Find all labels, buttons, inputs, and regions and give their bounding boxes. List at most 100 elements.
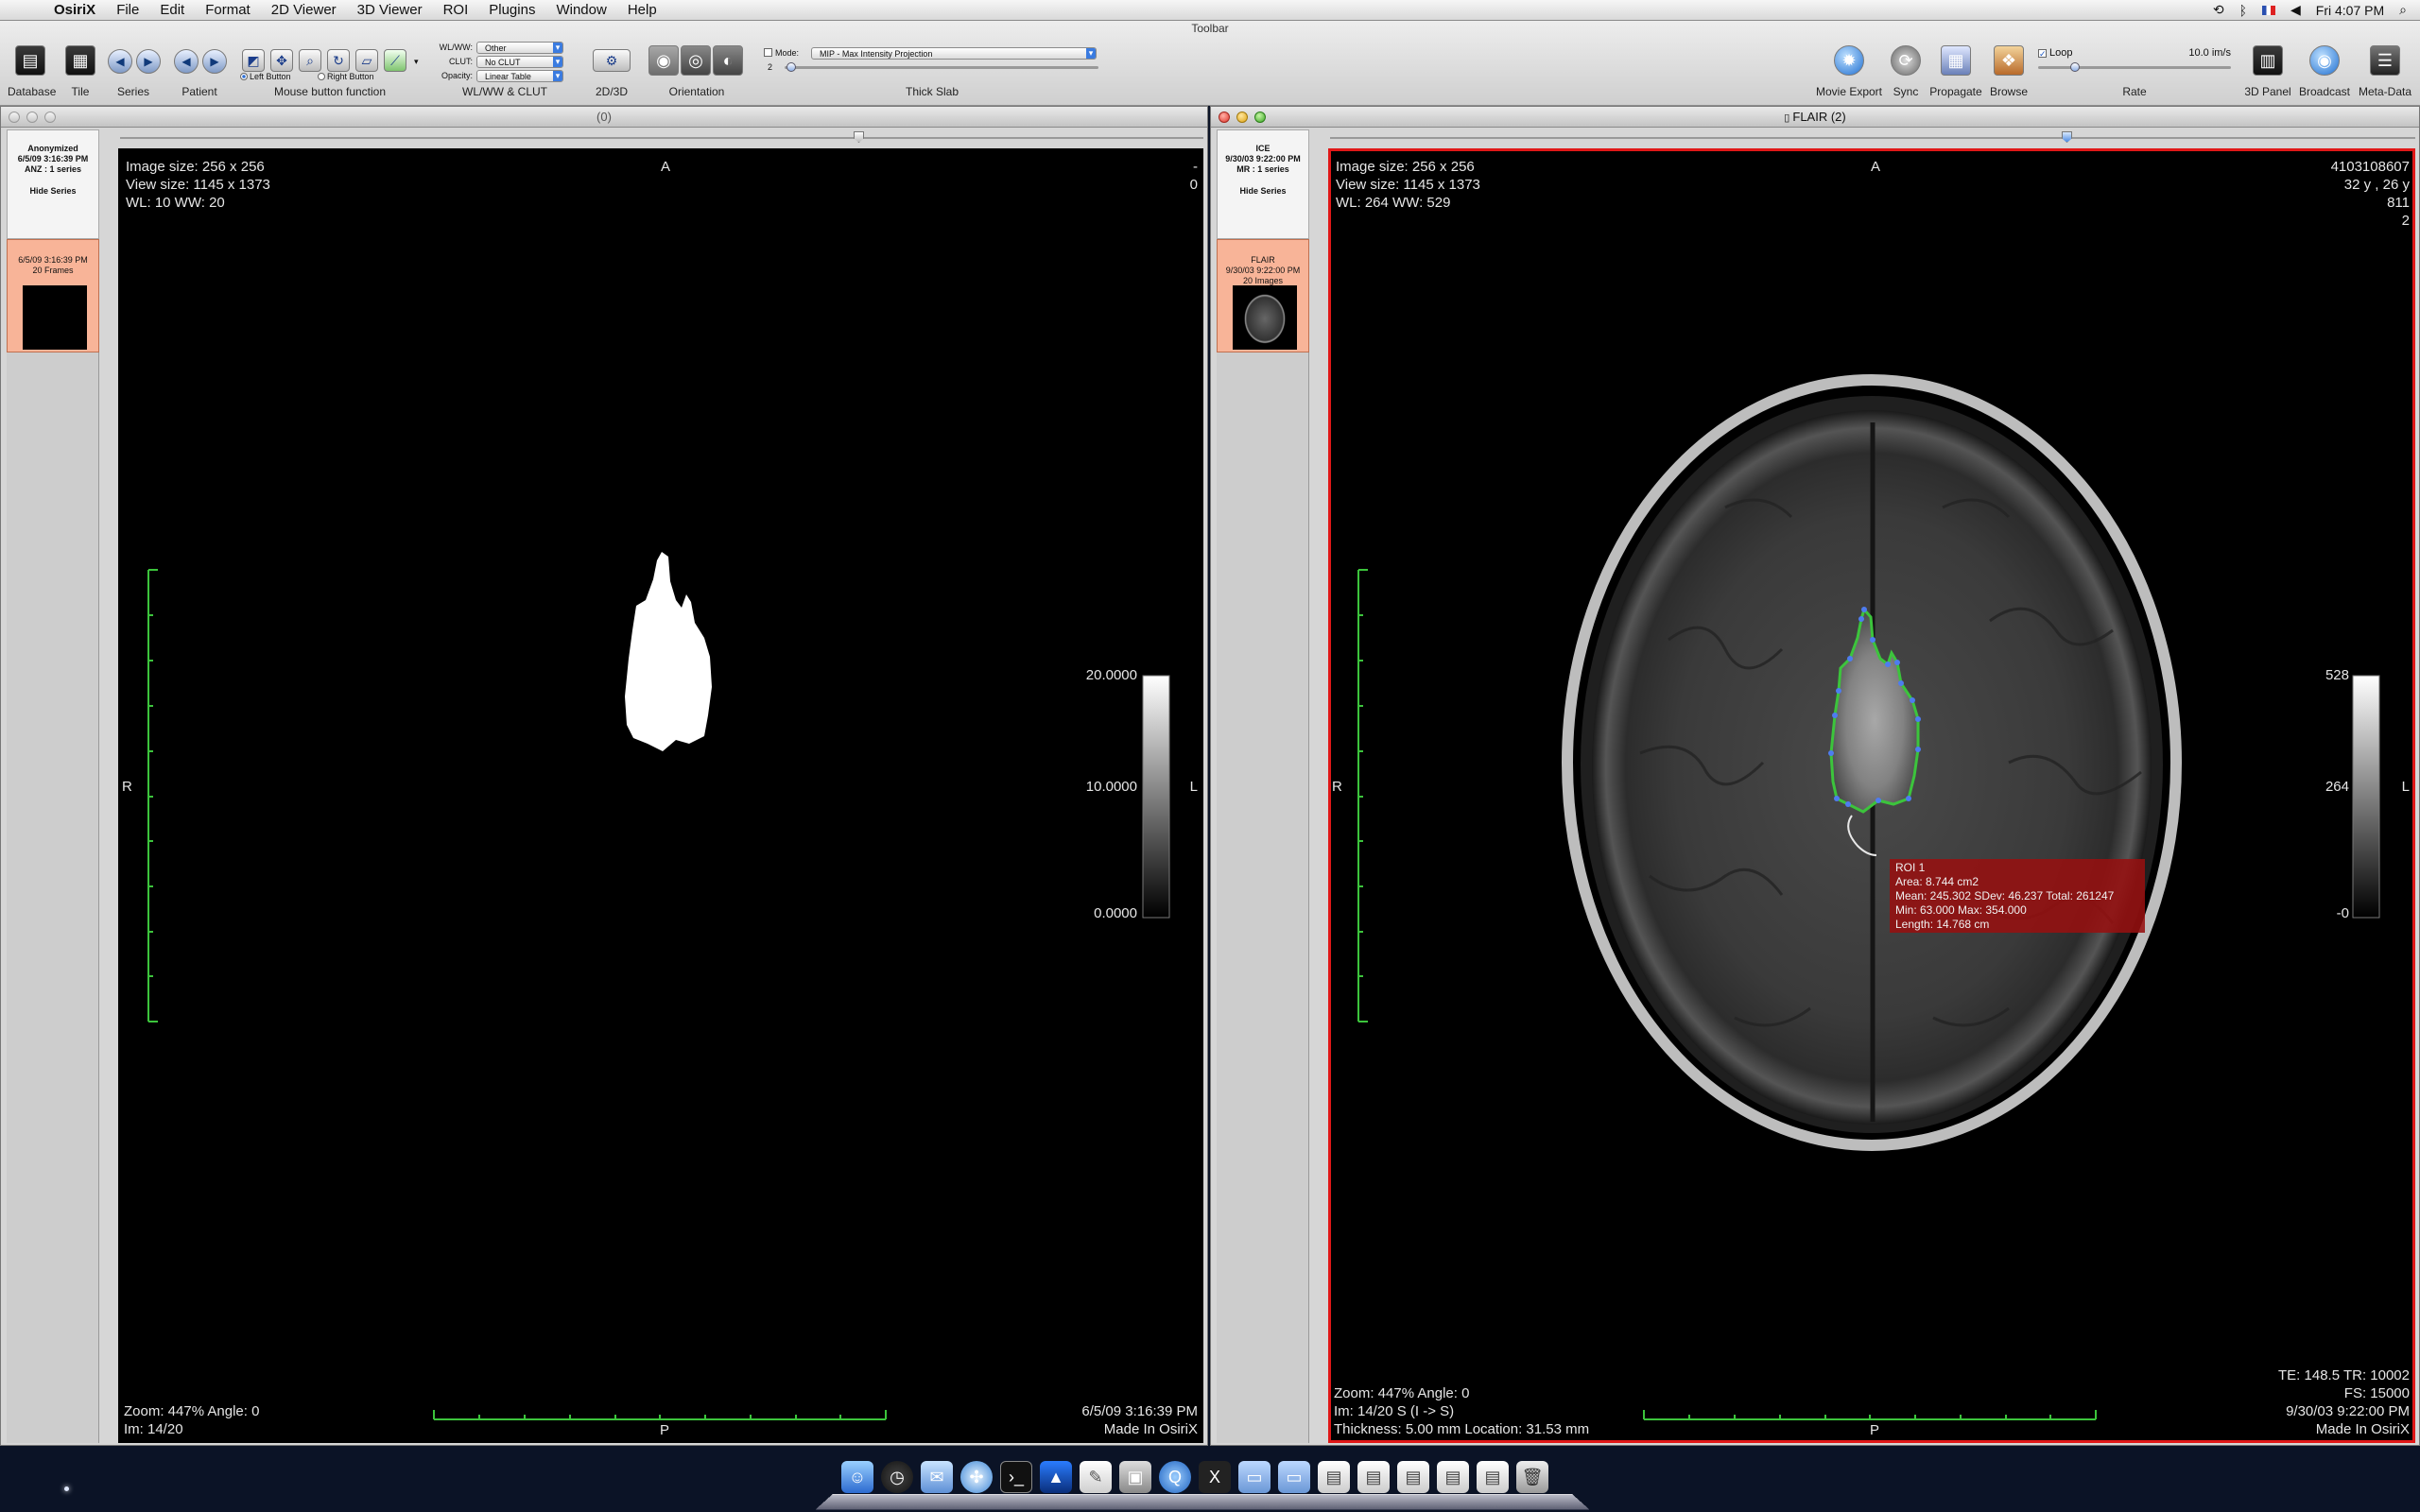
axial-orientation-icon[interactable]: ◉ bbox=[648, 45, 679, 76]
itunes-icon[interactable]: ▣ bbox=[1119, 1461, 1151, 1493]
image-slider-left[interactable] bbox=[120, 129, 1203, 146]
series-column-right: ICE 9/30/03 9:22:00 PM MR : 1 series Hid… bbox=[1217, 129, 1309, 1443]
bluetooth-icon[interactable]: ᛒ bbox=[2239, 3, 2247, 18]
minimize-icon[interactable] bbox=[26, 112, 38, 123]
stack-icon[interactable]: ▤ bbox=[1397, 1461, 1429, 1493]
image-viewport-right[interactable]: ROI 1 Area: 8.744 cm2 Mean: 245.302 SDev… bbox=[1328, 148, 2415, 1443]
thick-slab-mode-popup[interactable]: MIP - Max Intensity Projection bbox=[811, 47, 1097, 60]
database-tool[interactable]: ▤ Database bbox=[8, 40, 55, 102]
input-flag-icon[interactable] bbox=[2262, 6, 2275, 15]
meta-data-tool[interactable]: ☰ Meta-Data bbox=[2356, 40, 2414, 102]
menu-plugins[interactable]: Plugins bbox=[478, 2, 545, 18]
safari-icon[interactable]: ✣ bbox=[960, 1461, 993, 1493]
roi-tool-icon[interactable]: ⟋ bbox=[384, 49, 406, 72]
browse-tool[interactable]: ❖ Browse bbox=[1985, 40, 2032, 102]
terminal-icon[interactable]: ›_ bbox=[1000, 1461, 1032, 1493]
movie-export-tool[interactable]: ✹ Movie Export bbox=[1813, 40, 1885, 102]
sync-label: Sync bbox=[1887, 85, 1925, 98]
menu-2d-viewer[interactable]: 2D Viewer bbox=[261, 2, 347, 18]
clock[interactable]: Fri 4:07 PM bbox=[2316, 3, 2384, 18]
zoom-icon[interactable] bbox=[44, 112, 56, 123]
menu-help[interactable]: Help bbox=[617, 2, 667, 18]
xcode-icon[interactable]: ▲ bbox=[1040, 1461, 1072, 1493]
rotate-tool-icon[interactable]: ↻ bbox=[327, 49, 350, 72]
roi-info-box[interactable]: ROI 1 Area: 8.744 cm2 Mean: 245.302 SDev… bbox=[1890, 859, 2145, 933]
rate-slider-knob[interactable] bbox=[2070, 62, 2080, 72]
image-viewport-left[interactable]: Image size: 256 x 256 View size: 1145 x … bbox=[118, 148, 1203, 1443]
quicktime-icon[interactable]: Q bbox=[1159, 1461, 1191, 1493]
image-slider-thumb[interactable] bbox=[2062, 131, 2072, 143]
wlww-label: WL/WW: bbox=[435, 43, 473, 52]
spotlight-icon[interactable]: ⌕ bbox=[2399, 2, 2407, 18]
stack-icon[interactable]: ▤ bbox=[1437, 1461, 1469, 1493]
hide-series-button[interactable]: Hide Series bbox=[8, 186, 98, 197]
hide-series-button[interactable]: Hide Series bbox=[1218, 186, 1308, 197]
menu-window[interactable]: Window bbox=[545, 2, 616, 18]
image-slider-thumb[interactable] bbox=[854, 131, 864, 143]
tile-icon: ▦ bbox=[65, 45, 95, 76]
rate-slider[interactable] bbox=[2038, 66, 2231, 69]
3d-panel-tool[interactable]: ▥ 3D Panel bbox=[2240, 40, 2295, 102]
dashboard-icon[interactable]: ◷ bbox=[881, 1461, 913, 1493]
propagate-tool[interactable]: ▦ Propagate bbox=[1928, 40, 1983, 102]
folder-icon[interactable]: ▭ bbox=[1238, 1461, 1270, 1493]
stack-icon[interactable]: ▤ bbox=[1318, 1461, 1350, 1493]
window-title-right[interactable]: ▯ FLAIR (2) bbox=[1211, 107, 2419, 128]
patient-next-icon[interactable]: ▶ bbox=[202, 49, 227, 74]
patient-id: 4103108607 bbox=[2331, 158, 2410, 176]
zoom-icon[interactable] bbox=[1254, 112, 1266, 123]
sagittal-orientation-icon[interactable]: ◐ bbox=[713, 45, 743, 76]
volume-icon[interactable]: ◀ bbox=[2290, 2, 2301, 18]
clut-popup[interactable]: No CLUT bbox=[476, 56, 563, 68]
mode-checkbox[interactable]: Mode: bbox=[764, 48, 799, 58]
menu-edit[interactable]: Edit bbox=[149, 2, 195, 18]
folder-icon[interactable]: ▭ bbox=[1278, 1461, 1310, 1493]
thick-slab-slider-knob[interactable] bbox=[786, 62, 796, 72]
image-slider-right[interactable] bbox=[1330, 129, 2415, 146]
left-button-radio[interactable]: Left Button bbox=[240, 72, 291, 81]
coronal-orientation-icon[interactable]: ◎ bbox=[681, 45, 711, 76]
tile-tool[interactable]: ▦ Tile bbox=[60, 40, 100, 102]
study-header: ICE 9/30/03 9:22:00 PM MR : 1 series Hid… bbox=[1217, 129, 1309, 239]
menu-app-osirix[interactable]: OsiriX bbox=[43, 2, 106, 18]
minimize-icon[interactable] bbox=[1236, 112, 1248, 123]
opacity-popup[interactable]: Linear Table bbox=[476, 70, 563, 82]
stack-icon[interactable]: ▤ bbox=[1357, 1461, 1390, 1493]
series-next-icon[interactable]: ▶ bbox=[136, 49, 161, 74]
loop-checkbox[interactable]: ✓ Loop bbox=[2038, 47, 2072, 59]
finder-icon[interactable]: ☺ bbox=[841, 1461, 873, 1493]
wlww-tool-icon[interactable]: ◩ bbox=[242, 49, 265, 72]
time-machine-icon[interactable]: ⟲ bbox=[2213, 2, 2224, 18]
menu-format[interactable]: Format bbox=[195, 2, 261, 18]
stack-icon[interactable]: ▤ bbox=[1477, 1461, 1509, 1493]
trash-icon[interactable]: 🗑 bbox=[1516, 1461, 1548, 1493]
window-title-left[interactable]: (0) bbox=[1, 107, 1207, 128]
roi-area: Area: 8.744 cm2 bbox=[1895, 875, 2139, 889]
series-thumbnail-image bbox=[23, 285, 87, 350]
broadcast-tool[interactable]: ◉ Broadcast bbox=[2297, 40, 2352, 102]
meta-data-icon: ☰ bbox=[2370, 45, 2400, 76]
horizontal-scale-bar bbox=[434, 1410, 886, 1419]
sync-tool[interactable]: ⟳ Sync bbox=[1887, 40, 1925, 102]
scroll-tool-icon[interactable]: ▱ bbox=[355, 49, 378, 72]
zoom-tool-icon[interactable]: ⌕ bbox=[299, 49, 321, 72]
close-icon[interactable] bbox=[1219, 112, 1230, 123]
menu-file[interactable]: File bbox=[106, 2, 149, 18]
close-icon[interactable] bbox=[9, 112, 20, 123]
x11-icon[interactable]: X bbox=[1199, 1461, 1231, 1493]
roi-length: Length: 14.768 cm bbox=[1895, 918, 2139, 932]
preview-icon[interactable]: ✎ bbox=[1080, 1461, 1112, 1493]
patient-prev-icon[interactable]: ◀ bbox=[174, 49, 199, 74]
menu-roi[interactable]: ROI bbox=[433, 2, 479, 18]
wlww-popup[interactable]: Other bbox=[476, 42, 563, 54]
series-thumbnail[interactable]: FLAIR 9/30/03 9:22:00 PM 20 Images bbox=[1217, 239, 1309, 352]
mail-icon[interactable]: ✉ bbox=[921, 1461, 953, 1493]
thick-slab-slider[interactable] bbox=[785, 66, 1098, 69]
series-prev-icon[interactable]: ◀ bbox=[108, 49, 132, 74]
right-button-radio[interactable]: Right Button bbox=[318, 72, 374, 81]
menu-3d-viewer[interactable]: 3D Viewer bbox=[347, 2, 433, 18]
gear-icon[interactable]: ⚙ bbox=[593, 49, 631, 72]
series-thumbnail[interactable]: 6/5/09 3:16:39 PM 20 Frames bbox=[7, 239, 99, 352]
more-tools-icon[interactable]: ▾ bbox=[414, 57, 419, 67]
move-tool-icon[interactable]: ✥ bbox=[270, 49, 293, 72]
